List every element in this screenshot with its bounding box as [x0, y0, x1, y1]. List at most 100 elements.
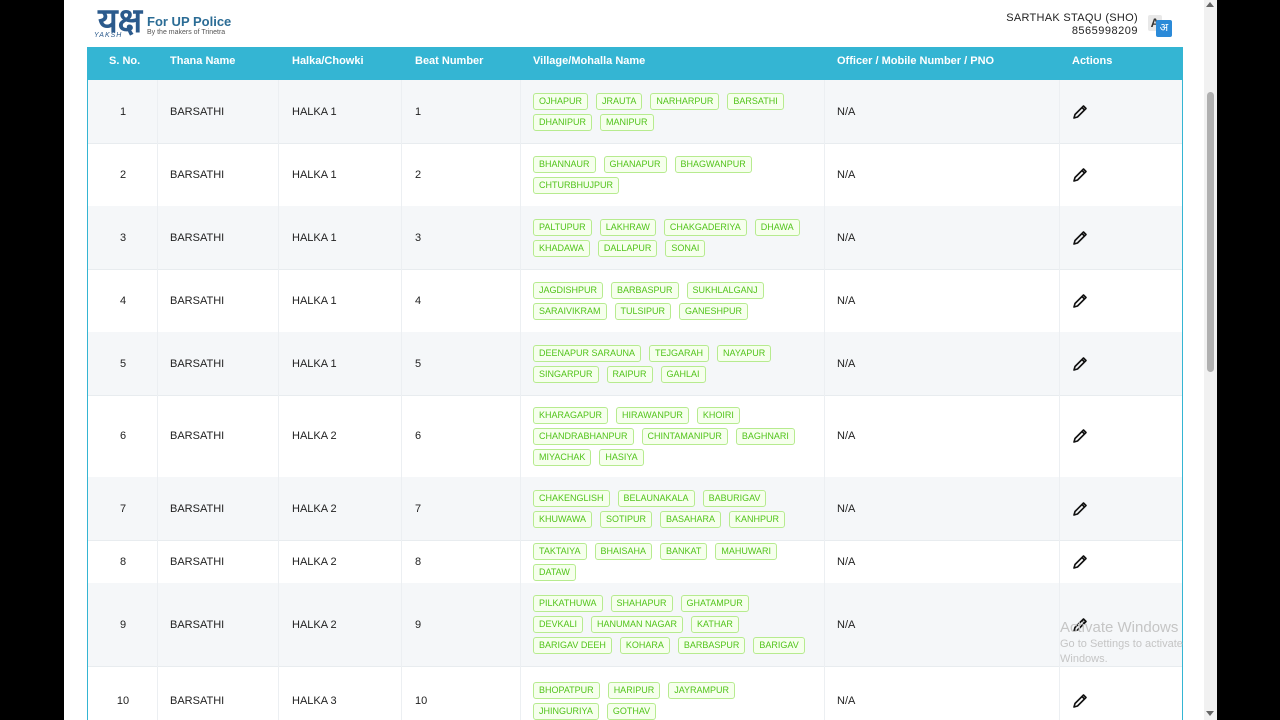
village-tag: DATAW [533, 563, 576, 581]
village-tag: HIRAWANPUR [616, 406, 689, 424]
column-divider [824, 395, 825, 477]
logo-subtext: YAKSH [94, 32, 123, 39]
village-tag: CHINTAMANIPUR [641, 427, 728, 445]
vertical-scrollbar[interactable] [1204, 0, 1217, 720]
table-row: 8 BARSATHI HALKA 2 8 TAKTAIYA BHAISAHA BANKAT M… [88, 540, 1182, 584]
village-tag: GHANAPUR [603, 155, 667, 173]
table-header: S. No. Thana Name Halka/Chowki Beat Numb… [88, 47, 1182, 80]
cell-sno: 2 [119, 168, 127, 181]
edit-pencil-icon[interactable] [1072, 554, 1088, 570]
column-divider [824, 269, 825, 332]
edit-pencil-icon[interactable] [1072, 167, 1088, 183]
edit-pencil-icon[interactable] [1072, 428, 1088, 444]
cell-thana-name: BARSATHI [170, 430, 225, 442]
cell-halka: HALKA 2 [292, 502, 337, 515]
column-divider [824, 332, 825, 395]
table-row: 7 BARSATHI HALKA 2 7 CHAKENGLISH BELAUNAKALA B… [88, 477, 1182, 541]
column-divider [824, 540, 825, 583]
app-page: यक्ष YAKSH For UP Police By the makers o… [64, 0, 1204, 720]
village-tag: TAKTAIYA [533, 542, 587, 560]
header-actions: Actions [1072, 55, 1113, 67]
brand-logo[interactable]: यक्ष YAKSH For UP Police By the makers o… [94, 2, 234, 46]
user-info[interactable]: SARTHAK STAQU (SHO) 8565998209 [1006, 12, 1138, 38]
cell-beat-number: 1 [415, 105, 422, 118]
cell-sno: 4 [119, 294, 127, 307]
village-tag: GHATAMPUR [680, 595, 749, 612]
column-divider [824, 143, 825, 206]
scroll-thumb[interactable] [1207, 92, 1214, 372]
cell-sno: 1 [119, 105, 127, 118]
cell-beat-number: 10 [415, 695, 428, 707]
village-tag: GAHLAI [660, 365, 706, 383]
village-tag: KHARAGAPUR [533, 406, 609, 424]
cell-halka: HALKA 1 [292, 357, 337, 370]
edit-pencil-icon[interactable] [1072, 501, 1088, 517]
cell-sno: 6 [119, 430, 127, 442]
header-sno[interactable]: S. No. [109, 47, 140, 80]
edit-pencil-icon[interactable] [1072, 104, 1088, 120]
village-tag: JAYRAMPUR [668, 682, 736, 699]
column-divider [824, 583, 825, 666]
village-tag: TEJGARAH [649, 344, 710, 362]
village-tag: BARBASPUR [611, 281, 679, 299]
column-divider [824, 666, 825, 720]
header-village[interactable]: Village/Mohalla Name [533, 47, 645, 80]
scroll-up-arrow-icon[interactable] [1206, 2, 1214, 7]
cell-villages: JAGDISHPUR BARBASPUR SUKHLALGANJ SARAIVIKRA… [533, 269, 813, 332]
cell-villages: OJHAPUR JRAUTA NARHARPUR BARSATHI DHANIPUR MA… [533, 80, 813, 143]
village-tag: SARAIVIKRAM [533, 302, 607, 320]
edit-pencil-icon[interactable] [1072, 693, 1088, 709]
header-beat[interactable]: Beat Number [415, 47, 483, 80]
cell-beat-number: 8 [415, 555, 422, 568]
village-tag: BANKAT [660, 542, 708, 560]
header-thana[interactable]: Thana Name [170, 47, 235, 80]
cell-sno: 7 [119, 502, 127, 515]
table-row: 10 BARSATHI HALKA 3 10 BHOPATPUR HARIPUR JAYRA… [88, 666, 1182, 720]
language-toggle-button[interactable]: A अ [1148, 15, 1172, 37]
cell-officer: N/A [837, 357, 856, 370]
village-tag: JAGDISHPUR [533, 281, 604, 299]
edit-pencil-icon[interactable] [1072, 293, 1088, 309]
village-tag: LAKHRAW [599, 218, 656, 236]
cell-beat-number: 6 [415, 430, 422, 442]
village-tag: RAIPUR [606, 365, 653, 383]
village-tag: HANUMAN NAGAR [591, 616, 684, 633]
village-tag: SHAHAPUR [610, 595, 673, 612]
village-tag: OJHAPUR [533, 92, 589, 110]
village-tag: BAGHNARI [735, 427, 795, 445]
cell-thana-name: BARSATHI [170, 618, 225, 631]
village-tag: PALTUPUR [533, 218, 592, 236]
village-tag: KATHAR [691, 616, 739, 633]
edit-pencil-icon[interactable] [1072, 356, 1088, 372]
village-tag: JHINGURIYA [533, 703, 599, 720]
cell-halka: HALKA 2 [292, 555, 337, 568]
cell-officer: N/A [837, 231, 856, 244]
village-tag: BARSATHI [727, 92, 784, 110]
village-tag: BARBASPUR [677, 637, 746, 654]
cell-officer: N/A [837, 430, 856, 442]
village-tag: BHAGWANPUR [674, 155, 752, 173]
cell-beat-number: 3 [415, 231, 422, 244]
village-tag: SOTIPUR [600, 510, 653, 528]
scroll-down-arrow-icon[interactable] [1206, 711, 1214, 716]
village-tag: NAYAPUR [717, 344, 772, 362]
header-halka[interactable]: Halka/Chowki [292, 47, 364, 80]
lang-hindi-icon: अ [1156, 20, 1172, 37]
village-tag: MANIPUR [600, 113, 654, 131]
cell-thana-name: BARSATHI [170, 695, 225, 707]
village-tag: KHUWAWA [533, 510, 592, 528]
village-tag: BELAUNAKALA [617, 489, 695, 507]
village-tag: JRAUTA [596, 92, 643, 110]
cell-officer: N/A [837, 502, 856, 515]
edit-pencil-icon[interactable] [1072, 230, 1088, 246]
cell-sno: 9 [119, 618, 127, 631]
header-officer[interactable]: Officer / Mobile Number / PNO [837, 47, 994, 80]
cell-halka: HALKA 1 [292, 231, 337, 244]
cell-thana-name: BARSATHI [170, 294, 225, 307]
cell-beat-number: 4 [415, 294, 422, 307]
village-tag: DHAWA [754, 218, 800, 236]
village-tag: KANHPUR [729, 510, 786, 528]
village-tag: CHAKENGLISH [533, 489, 610, 507]
village-tag: TULSIPUR [614, 302, 672, 320]
village-tag: GOTHAV [606, 703, 657, 720]
